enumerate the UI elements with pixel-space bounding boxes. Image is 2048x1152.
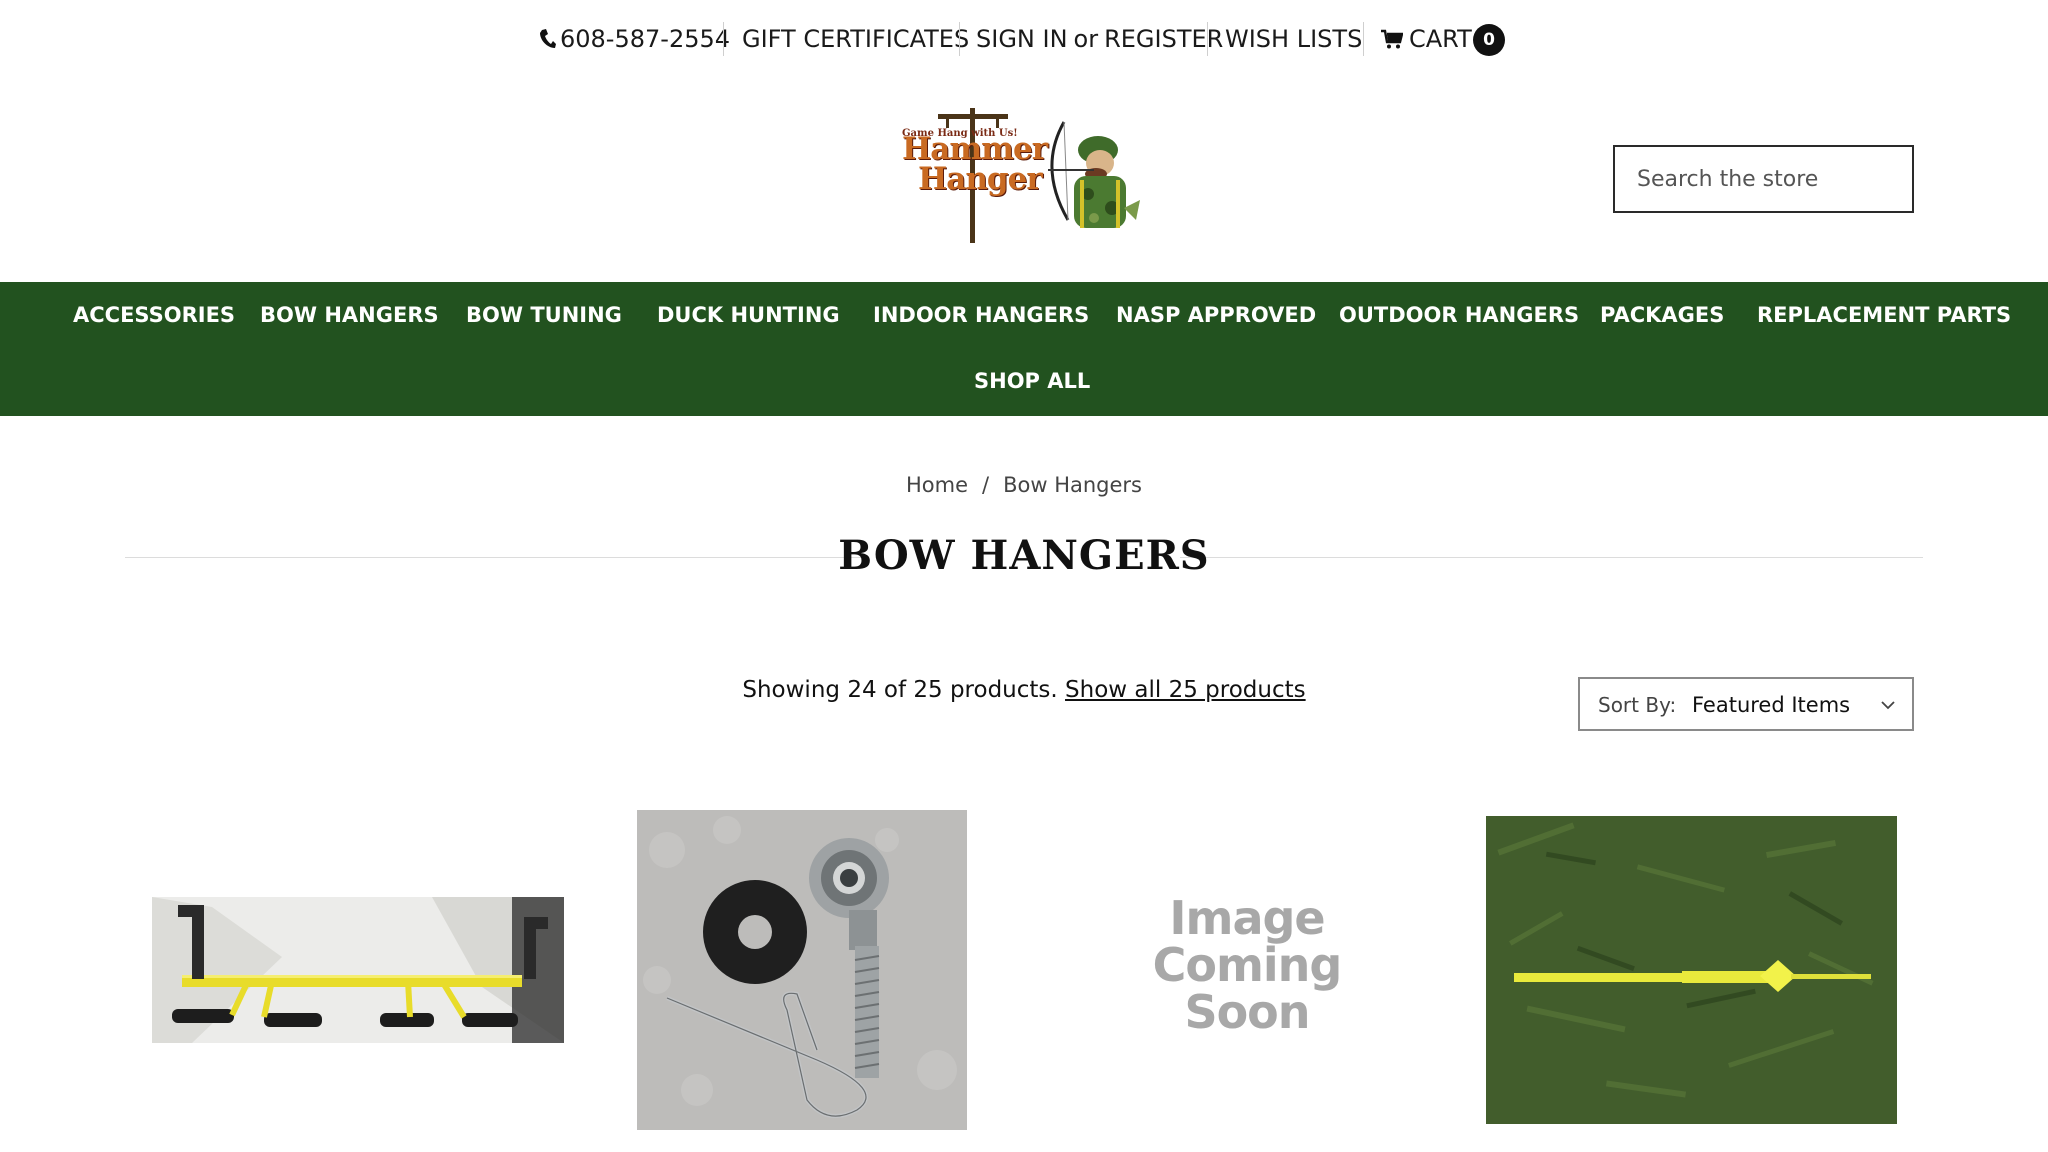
logo-wordmark-bottom: Hanger [918, 161, 1043, 197]
breadcrumb-current[interactable]: Bow Hangers [1003, 473, 1142, 497]
divider [723, 22, 724, 56]
rod-end-kit-image [637, 810, 967, 1130]
sort-value: Featured Items [1692, 693, 1851, 717]
showing-text: Showing 24 of 25 products. [742, 677, 1058, 703]
divider [959, 22, 960, 56]
logo-wordmark-top: Hammer [902, 131, 1048, 167]
nav-item-bow-hangers[interactable]: BOW HANGERS [260, 300, 439, 330]
page-title: BOW HANGERS [838, 532, 1210, 579]
nav-item-indoor-hangers[interactable]: INDOOR HANGERS [873, 300, 1089, 330]
or-text: or [1073, 25, 1099, 53]
divider [1207, 22, 1208, 56]
phone-number: 608-587-2554 [560, 25, 731, 53]
sign-in-link[interactable]: SIGN IN [976, 25, 1068, 53]
nav-item-replacement-parts[interactable]: REPLACEMENT PARTS [1757, 300, 2011, 330]
nav-item-nasp-approved[interactable]: NASP APPROVED [1116, 300, 1316, 330]
breadcrumb-separator: / [982, 473, 990, 497]
cart-icon [1381, 29, 1403, 49]
image-coming-soon-text: Image Coming Soon [1152, 891, 1343, 1039]
cart-link[interactable]: CART [1381, 22, 1472, 56]
product-image-2[interactable] [637, 810, 967, 1130]
sort-label: Sort By: [1598, 693, 1677, 717]
phone-icon [540, 29, 556, 48]
utility-bar: 608-587-2554 GIFT CERTIFICATES SIGN IN or… [0, 0, 2048, 78]
wish-lists-link[interactable]: WISH LISTS [1225, 22, 1362, 56]
gift-certificates-link[interactable]: GIFT CERTIFICATES [742, 22, 969, 56]
cart-count-badge: 0 [1473, 24, 1505, 56]
nav-item-duck-hunting[interactable]: DUCK HUNTING [657, 300, 840, 330]
search-input[interactable] [1613, 145, 1914, 213]
sort-select[interactable]: Sort By: Featured Items [1578, 677, 1914, 731]
product-image-4[interactable] [1486, 816, 1897, 1124]
nav-item-bow-tuning[interactable]: BOW TUNING [466, 300, 622, 330]
nav-item-outdoor-hangers[interactable]: OUTDOOR HANGERS [1339, 300, 1579, 330]
cart-label: CART [1409, 25, 1472, 53]
store-logo[interactable]: Game Hang with Us! Hammer Hanger [898, 108, 1152, 244]
nav-item-shop-all[interactable]: SHOP ALL [974, 366, 1090, 396]
ground-stake-image [1486, 816, 1897, 1124]
phone-link[interactable]: 608-587-2554 [538, 22, 730, 56]
show-all-link[interactable]: Show all 25 products [1065, 677, 1306, 703]
divider [1363, 22, 1364, 56]
product-image-1[interactable] [152, 897, 564, 1043]
nav-item-packages[interactable]: PACKAGES [1600, 300, 1724, 330]
nav-item-accessories[interactable]: ACCESSORIES [73, 300, 235, 330]
breadcrumb-home[interactable]: Home [906, 473, 968, 497]
main-nav: ACCESSORIES BOW HANGERS BOW TUNING DUCK … [0, 282, 2048, 416]
bow-hanger-rack-image [152, 897, 564, 1043]
account-links: SIGN IN or REGISTER [976, 22, 1223, 56]
chevron-down-icon [1881, 701, 1895, 710]
register-link[interactable]: REGISTER [1104, 25, 1223, 53]
breadcrumb: Home / Bow Hangers [0, 473, 2048, 497]
